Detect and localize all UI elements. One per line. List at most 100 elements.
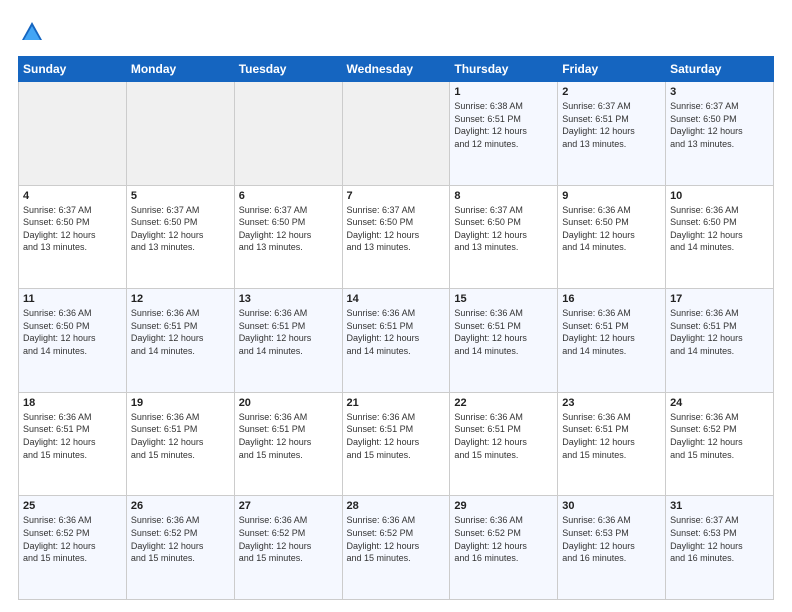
day-number: 18: [23, 397, 122, 409]
day-of-week-header: Friday: [558, 57, 666, 82]
calendar-cell: 27Sunrise: 6:36 AM Sunset: 6:52 PM Dayli…: [234, 496, 342, 600]
day-info: Sunrise: 6:36 AM Sunset: 6:50 PM Dayligh…: [23, 307, 122, 357]
day-number: 25: [23, 500, 122, 512]
day-info: Sunrise: 6:36 AM Sunset: 6:52 PM Dayligh…: [670, 411, 769, 461]
day-info: Sunrise: 6:36 AM Sunset: 6:51 PM Dayligh…: [454, 307, 553, 357]
day-number: 6: [239, 190, 338, 202]
day-number: 24: [670, 397, 769, 409]
calendar-cell: 6 Sunrise: 6:37 AM Sunset: 6:50 PM Daylig…: [234, 185, 342, 289]
day-number: 1: [454, 86, 553, 98]
day-info: Sunrise: 6:36 AM Sunset: 6:51 PM Dayligh…: [239, 307, 338, 357]
day-info: Sunrise: 6:38 AM Sunset: 6:51 PM Dayligh…: [454, 100, 553, 150]
calendar-cell: 7 Sunrise: 6:37 AM Sunset: 6:50 PM Daylig…: [342, 185, 450, 289]
day-info: Sunrise: 6:36 AM Sunset: 6:51 PM Dayligh…: [239, 411, 338, 461]
day-number: 3: [670, 86, 769, 98]
calendar-cell: [19, 82, 127, 186]
calendar-week-row: 11 Sunrise: 6:36 AM Sunset: 6:50 PM Dayli…: [19, 289, 774, 393]
day-info: Sunrise: 6:37 AM Sunset: 6:50 PM Dayligh…: [454, 204, 553, 254]
day-info: Sunrise: 6:36 AM Sunset: 6:52 PM Dayligh…: [347, 514, 446, 564]
day-info: Sunrise: 6:36 AM Sunset: 6:51 PM Dayligh…: [454, 411, 553, 461]
day-info: Sunrise: 6:37 AM Sunset: 6:50 PM Dayligh…: [131, 204, 230, 254]
day-number: 20: [239, 397, 338, 409]
calendar-cell: 17 Sunrise: 6:36 AM Sunset: 6:51 PM Dayli…: [666, 289, 774, 393]
calendar-cell: 14 Sunrise: 6:36 AM Sunset: 6:51 PM Dayli…: [342, 289, 450, 393]
calendar-cell: 24 Sunrise: 6:36 AM Sunset: 6:52 PM Dayli…: [666, 392, 774, 496]
calendar-week-row: 25 Sunrise: 6:36 AM Sunset: 6:52 PM Dayli…: [19, 496, 774, 600]
day-info: Sunrise: 6:37 AM Sunset: 6:50 PM Dayligh…: [347, 204, 446, 254]
day-info: Sunrise: 6:37 AM Sunset: 6:51 PM Dayligh…: [562, 100, 661, 150]
day-number: 14: [347, 293, 446, 305]
day-info: Sunrise: 6:36 AM Sunset: 6:50 PM Dayligh…: [562, 204, 661, 254]
day-info: Sunrise: 6:36 AM Sunset: 6:50 PM Dayligh…: [670, 204, 769, 254]
calendar: SundayMondayTuesdayWednesdayThursdayFrid…: [18, 56, 774, 600]
calendar-cell: 21Sunrise: 6:36 AM Sunset: 6:51 PM Dayli…: [342, 392, 450, 496]
day-number: 8: [454, 190, 553, 202]
calendar-cell: 31Sunrise: 6:37 AM Sunset: 6:53 PM Dayli…: [666, 496, 774, 600]
day-number: 30: [562, 500, 661, 512]
calendar-cell: 30 Sunrise: 6:36 AM Sunset: 6:53 PM Dayli…: [558, 496, 666, 600]
day-info: Sunrise: 6:36 AM Sunset: 6:52 PM Dayligh…: [454, 514, 553, 564]
day-info: Sunrise: 6:36 AM Sunset: 6:52 PM Dayligh…: [131, 514, 230, 564]
page: SundayMondayTuesdayWednesdayThursdayFrid…: [0, 0, 792, 612]
calendar-cell: 11 Sunrise: 6:36 AM Sunset: 6:50 PM Dayli…: [19, 289, 127, 393]
day-number: 29: [454, 500, 553, 512]
day-info: Sunrise: 6:36 AM Sunset: 6:51 PM Dayligh…: [670, 307, 769, 357]
logo-icon: [18, 18, 46, 46]
day-info: Sunrise: 6:36 AM Sunset: 6:51 PM Dayligh…: [347, 411, 446, 461]
calendar-cell: 25 Sunrise: 6:36 AM Sunset: 6:52 PM Dayli…: [19, 496, 127, 600]
day-of-week-header: Wednesday: [342, 57, 450, 82]
calendar-cell: 5 Sunrise: 6:37 AM Sunset: 6:50 PM Daylig…: [126, 185, 234, 289]
day-number: 13: [239, 293, 338, 305]
calendar-cell: 8 Sunrise: 6:37 AM Sunset: 6:50 PM Daylig…: [450, 185, 558, 289]
day-number: 27: [239, 500, 338, 512]
calendar-cell: 19 Sunrise: 6:36 AM Sunset: 6:51 PM Dayli…: [126, 392, 234, 496]
calendar-cell: 28Sunrise: 6:36 AM Sunset: 6:52 PM Dayli…: [342, 496, 450, 600]
calendar-cell: [234, 82, 342, 186]
calendar-week-row: 4 Sunrise: 6:37 AM Sunset: 6:50 PM Daylig…: [19, 185, 774, 289]
calendar-cell: 26Sunrise: 6:36 AM Sunset: 6:52 PM Dayli…: [126, 496, 234, 600]
calendar-cell: 13 Sunrise: 6:36 AM Sunset: 6:51 PM Dayli…: [234, 289, 342, 393]
day-number: 15: [454, 293, 553, 305]
day-info: Sunrise: 6:37 AM Sunset: 6:50 PM Dayligh…: [239, 204, 338, 254]
day-number: 17: [670, 293, 769, 305]
calendar-cell: 29 Sunrise: 6:36 AM Sunset: 6:52 PM Dayli…: [450, 496, 558, 600]
day-number: 11: [23, 293, 122, 305]
calendar-cell: 22 Sunrise: 6:36 AM Sunset: 6:51 PM Dayli…: [450, 392, 558, 496]
calendar-cell: 12Sunrise: 6:36 AM Sunset: 6:51 PM Dayli…: [126, 289, 234, 393]
calendar-cell: 2Sunrise: 6:37 AM Sunset: 6:51 PM Daylig…: [558, 82, 666, 186]
calendar-cell: 3Sunrise: 6:37 AM Sunset: 6:50 PM Daylig…: [666, 82, 774, 186]
calendar-cell: [126, 82, 234, 186]
calendar-cell: [342, 82, 450, 186]
day-info: Sunrise: 6:36 AM Sunset: 6:52 PM Dayligh…: [23, 514, 122, 564]
day-info: Sunrise: 6:36 AM Sunset: 6:51 PM Dayligh…: [562, 411, 661, 461]
calendar-cell: 16 Sunrise: 6:36 AM Sunset: 6:51 PM Dayli…: [558, 289, 666, 393]
day-number: 4: [23, 190, 122, 202]
day-info: Sunrise: 6:36 AM Sunset: 6:53 PM Dayligh…: [562, 514, 661, 564]
logo: [18, 18, 50, 46]
day-number: 23: [562, 397, 661, 409]
calendar-cell: 9 Sunrise: 6:36 AM Sunset: 6:50 PM Daylig…: [558, 185, 666, 289]
day-number: 16: [562, 293, 661, 305]
day-of-week-header: Saturday: [666, 57, 774, 82]
calendar-body: 1 Sunrise: 6:38 AM Sunset: 6:51 PM Daylig…: [19, 82, 774, 600]
day-number: 31: [670, 500, 769, 512]
calendar-header: SundayMondayTuesdayWednesdayThursdayFrid…: [19, 57, 774, 82]
calendar-cell: 18Sunrise: 6:36 AM Sunset: 6:51 PM Dayli…: [19, 392, 127, 496]
day-info: Sunrise: 6:37 AM Sunset: 6:50 PM Dayligh…: [23, 204, 122, 254]
calendar-cell: 23 Sunrise: 6:36 AM Sunset: 6:51 PM Dayli…: [558, 392, 666, 496]
calendar-week-row: 1 Sunrise: 6:38 AM Sunset: 6:51 PM Daylig…: [19, 82, 774, 186]
calendar-week-row: 18 Sunrise: 6:36 AM Sunset: 6:51 PM Dayli…: [19, 392, 774, 496]
day-info: Sunrise: 6:36 AM Sunset: 6:51 PM Dayligh…: [347, 307, 446, 357]
day-info: Sunrise: 6:36 AM Sunset: 6:51 PM Dayligh…: [131, 411, 230, 461]
day-number: 10: [670, 190, 769, 202]
day-number: 7: [347, 190, 446, 202]
day-of-week-header: Tuesday: [234, 57, 342, 82]
day-number: 19: [131, 397, 230, 409]
calendar-cell: 20 Sunrise: 6:36 AM Sunset: 6:51 PM Dayli…: [234, 392, 342, 496]
day-info: Sunrise: 6:36 AM Sunset: 6:51 PM Dayligh…: [562, 307, 661, 357]
day-number: 5: [131, 190, 230, 202]
day-number: 9: [562, 190, 661, 202]
header: [18, 18, 774, 46]
day-number: 22: [454, 397, 553, 409]
calendar-cell: 4 Sunrise: 6:37 AM Sunset: 6:50 PM Daylig…: [19, 185, 127, 289]
